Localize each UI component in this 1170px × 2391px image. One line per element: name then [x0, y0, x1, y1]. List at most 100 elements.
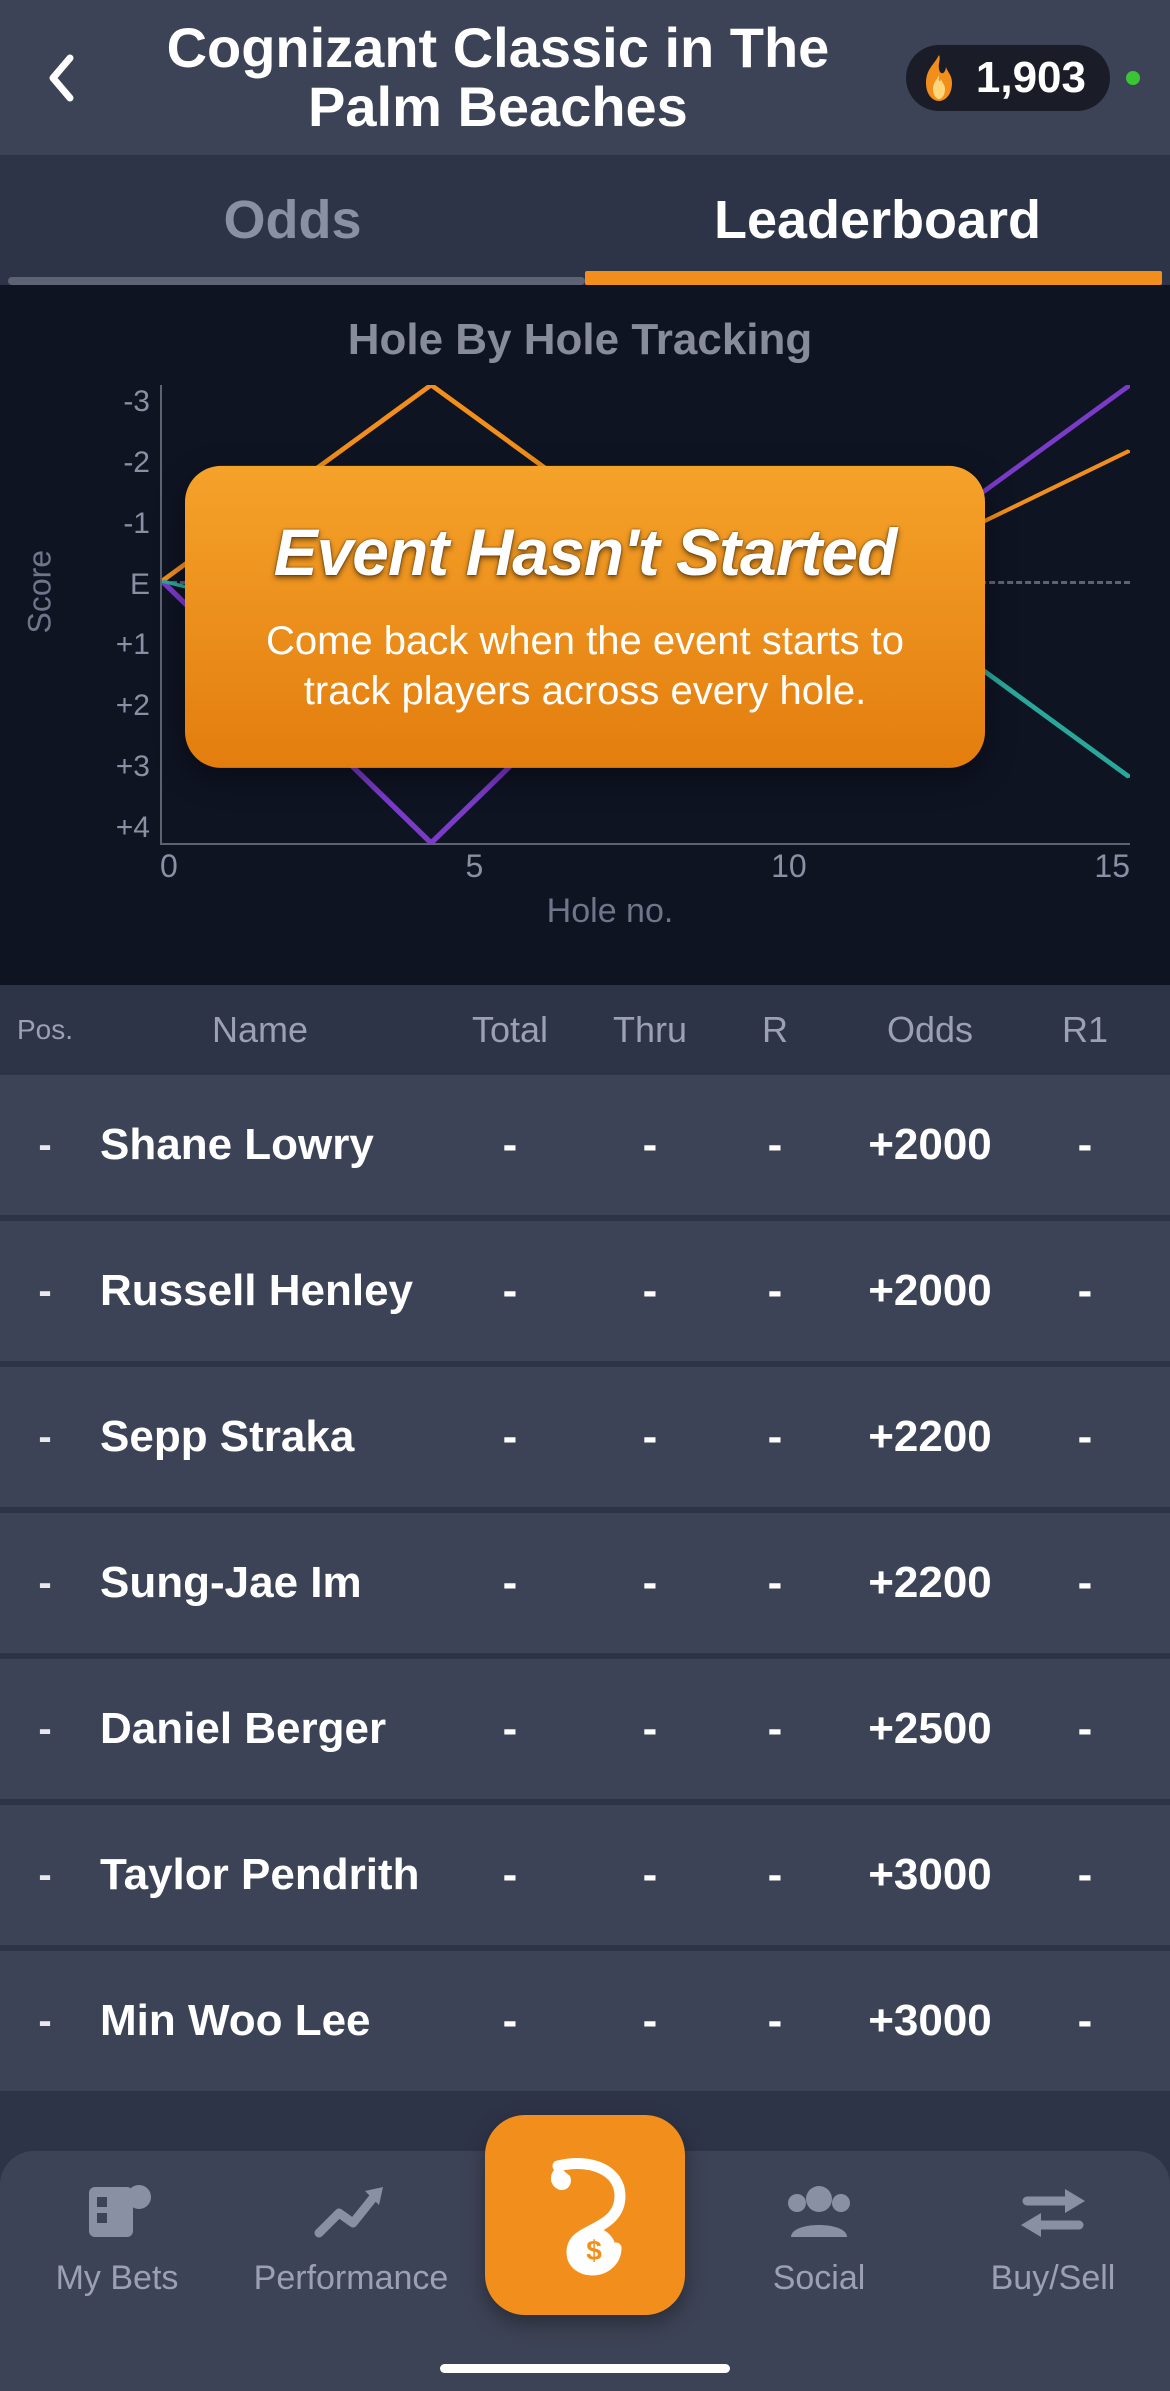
- cell-thru: -: [580, 1412, 720, 1462]
- cell-thru: -: [580, 1558, 720, 1608]
- cell-name: Taylor Pendrith: [80, 1850, 440, 1900]
- cell-pos: -: [10, 1415, 80, 1460]
- cell-r: -: [720, 1412, 830, 1462]
- cell-name: Sepp Straka: [80, 1412, 440, 1462]
- cell-thru: -: [580, 1120, 720, 1170]
- chart-up-icon: [313, 2179, 389, 2245]
- nav-label: Social: [773, 2259, 866, 2298]
- tab-label: Odds: [223, 189, 361, 251]
- cell-name: Min Woo Lee: [80, 1996, 440, 2046]
- nav-buy-sell[interactable]: Buy/Sell: [936, 2179, 1170, 2298]
- leaderboard-rows[interactable]: - Shane Lowry - - - +2000 - - Russell He…: [0, 1075, 1170, 2091]
- y-tick: +3: [100, 750, 150, 784]
- tab-leaderboard[interactable]: Leaderboard: [585, 155, 1170, 285]
- cell-r: -: [720, 1120, 830, 1170]
- cell-name: Sung-Jae Im: [80, 1558, 440, 1608]
- cell-total: -: [440, 1120, 580, 1170]
- tab-odds[interactable]: Odds: [0, 155, 585, 285]
- table-row[interactable]: - Sepp Straka - - - +2200 -: [0, 1367, 1170, 1507]
- y-axis-label: Score: [22, 550, 59, 634]
- col-header-r1: R1: [1030, 1009, 1140, 1051]
- table-row[interactable]: - Min Woo Lee - - - +3000 -: [0, 1951, 1170, 2091]
- nav-label: My Bets: [56, 2259, 179, 2298]
- home-indicator: [440, 2364, 730, 2373]
- cell-odds: +2200: [830, 1558, 1030, 1608]
- cell-pos: -: [10, 1561, 80, 1606]
- coin-balance-pill[interactable]: 1,903: [906, 45, 1110, 111]
- x-tick: 15: [1094, 848, 1130, 885]
- x-axis-label: Hole no.: [547, 892, 674, 931]
- nav-label: Buy/Sell: [991, 2259, 1116, 2298]
- cell-r1: -: [1030, 1850, 1140, 1900]
- flame-icon: [912, 51, 966, 105]
- cell-total: -: [440, 1558, 580, 1608]
- table-row[interactable]: - Taylor Pendrith - - - +3000 -: [0, 1805, 1170, 1945]
- svg-text:$: $: [586, 2235, 602, 2266]
- col-header-thru: Thru: [580, 1009, 720, 1051]
- leaderboard-table-header: Pos. Name Total Thru R Odds R1: [0, 985, 1170, 1075]
- cell-r1: -: [1030, 1558, 1140, 1608]
- cell-r: -: [720, 1704, 830, 1754]
- y-tick: +2: [100, 689, 150, 723]
- table-row[interactable]: - Shane Lowry - - - +2000 -: [0, 1075, 1170, 1215]
- cell-odds: +2000: [830, 1266, 1030, 1316]
- cell-pos: -: [10, 1999, 80, 2044]
- cell-total: -: [440, 1704, 580, 1754]
- y-tick: +1: [100, 628, 150, 662]
- cell-r1: -: [1030, 1412, 1140, 1462]
- overlay-subtitle: Come back when the event starts to track…: [235, 616, 935, 716]
- cell-total: -: [440, 1850, 580, 1900]
- status-dot-icon: [1126, 71, 1140, 85]
- nav-social[interactable]: Social: [702, 2179, 936, 2298]
- table-row[interactable]: - Sung-Jae Im - - - +2200 -: [0, 1513, 1170, 1653]
- cell-name: Russell Henley: [80, 1266, 440, 1316]
- table-row[interactable]: - Daniel Berger - - - +2500 -: [0, 1659, 1170, 1799]
- chevron-left-icon: [45, 53, 75, 103]
- col-header-name: Name: [80, 1009, 440, 1051]
- cell-pos: -: [10, 1707, 80, 1752]
- center-action-button[interactable]: $: [485, 2115, 685, 2315]
- x-ticks: 0 5 10 15: [160, 848, 1130, 885]
- col-header-total: Total: [440, 1009, 580, 1051]
- x-tick: 0: [160, 848, 178, 885]
- y-tick: -3: [100, 385, 150, 419]
- app-header: Cognizant Classic in The Palm Beaches 1,…: [0, 0, 1170, 155]
- col-header-r: R: [720, 1009, 830, 1051]
- chart-title: Hole By Hole Tracking: [30, 315, 1130, 365]
- cell-name: Shane Lowry: [80, 1120, 440, 1170]
- cell-thru: -: [580, 1996, 720, 2046]
- bottom-nav: My Bets Performance . Social Buy/Sell $: [0, 2151, 1170, 2391]
- cell-pos: -: [10, 1853, 80, 1898]
- cell-odds: +3000: [830, 1850, 1030, 1900]
- cell-total: -: [440, 1266, 580, 1316]
- nav-label: Performance: [254, 2259, 449, 2298]
- cell-r1: -: [1030, 1704, 1140, 1754]
- nav-my-bets[interactable]: My Bets: [0, 2179, 234, 2298]
- cell-odds: +2500: [830, 1704, 1030, 1754]
- cell-odds: +2000: [830, 1120, 1030, 1170]
- x-tick: 5: [466, 848, 484, 885]
- y-tick: -1: [100, 507, 150, 541]
- cell-name: Daniel Berger: [80, 1704, 440, 1754]
- cell-r: -: [720, 1996, 830, 2046]
- hook-dollar-icon: $: [520, 2150, 650, 2280]
- back-button[interactable]: [30, 48, 90, 108]
- cell-thru: -: [580, 1704, 720, 1754]
- nav-performance[interactable]: Performance: [234, 2179, 468, 2298]
- cell-r: -: [720, 1850, 830, 1900]
- overlay-title: Event Hasn't Started: [235, 514, 935, 590]
- page-title: Cognizant Classic in The Palm Beaches: [90, 19, 906, 137]
- cell-total: -: [440, 1412, 580, 1462]
- table-row[interactable]: - Russell Henley - - - +2000 -: [0, 1221, 1170, 1361]
- y-ticks: -3 -2 -1 E +1 +2 +3 +4: [100, 385, 150, 845]
- cell-thru: -: [580, 1850, 720, 1900]
- y-tick: E: [100, 568, 150, 602]
- cell-total: -: [440, 1996, 580, 2046]
- cell-r1: -: [1030, 1266, 1140, 1316]
- event-not-started-card: Event Hasn't Started Come back when the …: [185, 466, 985, 768]
- ticket-icon: [79, 2179, 155, 2245]
- cell-r1: -: [1030, 1996, 1140, 2046]
- cell-odds: +2200: [830, 1412, 1030, 1462]
- tab-bar: Odds Leaderboard: [0, 155, 1170, 285]
- people-icon: [781, 2179, 857, 2245]
